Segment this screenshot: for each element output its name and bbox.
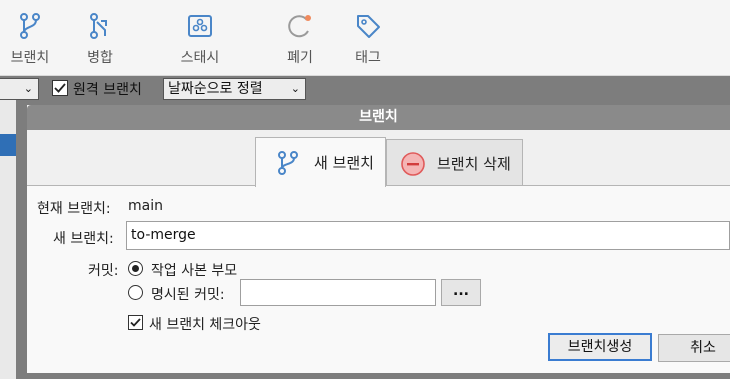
- tab-delete-branch-label: 브랜치 삭제: [437, 155, 511, 173]
- tag-icon: [353, 11, 383, 41]
- working-copy-parent-label: 작업 사본 부모: [151, 263, 238, 279]
- toolbar-tag-button[interactable]: 태그: [346, 0, 390, 76]
- toolbar-tag-label: 태그: [355, 50, 381, 66]
- remote-branches-label: 원격 브랜치: [73, 82, 142, 98]
- branch-list-strip: [0, 100, 16, 379]
- branch-filter-bar: ⌄ 원격 브랜치 날짜순으로 정렬 ⌄: [0, 78, 730, 100]
- cancel-button[interactable]: 취소: [658, 334, 730, 362]
- browse-commit-button[interactable]: ...: [441, 279, 481, 306]
- current-branch-value: main: [128, 198, 163, 214]
- tab-delete-branch[interactable]: 브랜치 삭제: [386, 139, 523, 187]
- sort-dropdown-label: 날짜순으로 정렬: [168, 81, 263, 97]
- toolbar-discard-button[interactable]: 폐기: [278, 0, 322, 76]
- new-branch-label: 새 브랜치:: [53, 231, 114, 247]
- dialog-tabs: 새 브랜치 브랜치 삭제: [255, 137, 523, 187]
- toolbar-discard-label: 폐기: [287, 50, 313, 66]
- specified-commit-radio[interactable]: [128, 285, 143, 300]
- toolbar-stash-label: 스태시: [180, 50, 220, 66]
- toolbar-branch-button[interactable]: 브랜치: [4, 0, 56, 76]
- branch-dialog: 브랜치 새 브랜치 브랜치 삭제 현재 브랜치: main 새 브랜치: to-…: [27, 105, 730, 373]
- new-branch-panel: 현재 브랜치: main 새 브랜치: to-merge 커밋: 작업 사본 부…: [27, 185, 730, 373]
- remote-branches-checkbox[interactable]: [52, 80, 68, 96]
- toolbar-merge-button[interactable]: 병합: [78, 0, 122, 76]
- sort-dropdown[interactable]: 날짜순으로 정렬 ⌄: [163, 78, 306, 100]
- toolbar-stash-button[interactable]: 스태시: [172, 0, 228, 76]
- dialog-title: 브랜치: [27, 105, 730, 130]
- commit-label: 커밋:: [88, 263, 119, 279]
- new-branch-name-input[interactable]: to-merge: [126, 221, 730, 250]
- selected-branch-row[interactable]: [0, 134, 16, 156]
- stash-icon: [185, 11, 215, 41]
- branch-icon: [274, 149, 302, 177]
- specified-commit-label: 명시된 커밋:: [151, 287, 225, 303]
- delete-branch-icon: [399, 150, 427, 178]
- filter-dropdown[interactable]: ⌄: [0, 78, 39, 100]
- toolbar-merge-label: 병합: [87, 50, 113, 66]
- discard-icon: [285, 11, 315, 41]
- checkout-new-branch-label: 새 브랜치 체크아웃: [149, 317, 261, 333]
- branch-icon: [15, 11, 45, 41]
- tab-new-branch[interactable]: 새 브랜치: [255, 137, 386, 187]
- checkout-new-branch-checkbox[interactable]: [128, 315, 143, 330]
- working-copy-parent-radio[interactable]: [128, 261, 143, 276]
- toolbar: 브랜치 병합 스태시 폐기 태그: [0, 0, 730, 76]
- chevron-down-icon: ⌄: [290, 82, 300, 95]
- merge-icon: [85, 11, 115, 41]
- tab-new-branch-label: 새 브랜치: [314, 154, 374, 172]
- toolbar-branch-label: 브랜치: [10, 50, 50, 66]
- current-branch-label: 현재 브랜치:: [37, 201, 111, 217]
- create-branch-button[interactable]: 브랜치생성: [548, 333, 652, 361]
- specified-commit-input[interactable]: [240, 279, 436, 306]
- chevron-down-icon: ⌄: [23, 82, 33, 95]
